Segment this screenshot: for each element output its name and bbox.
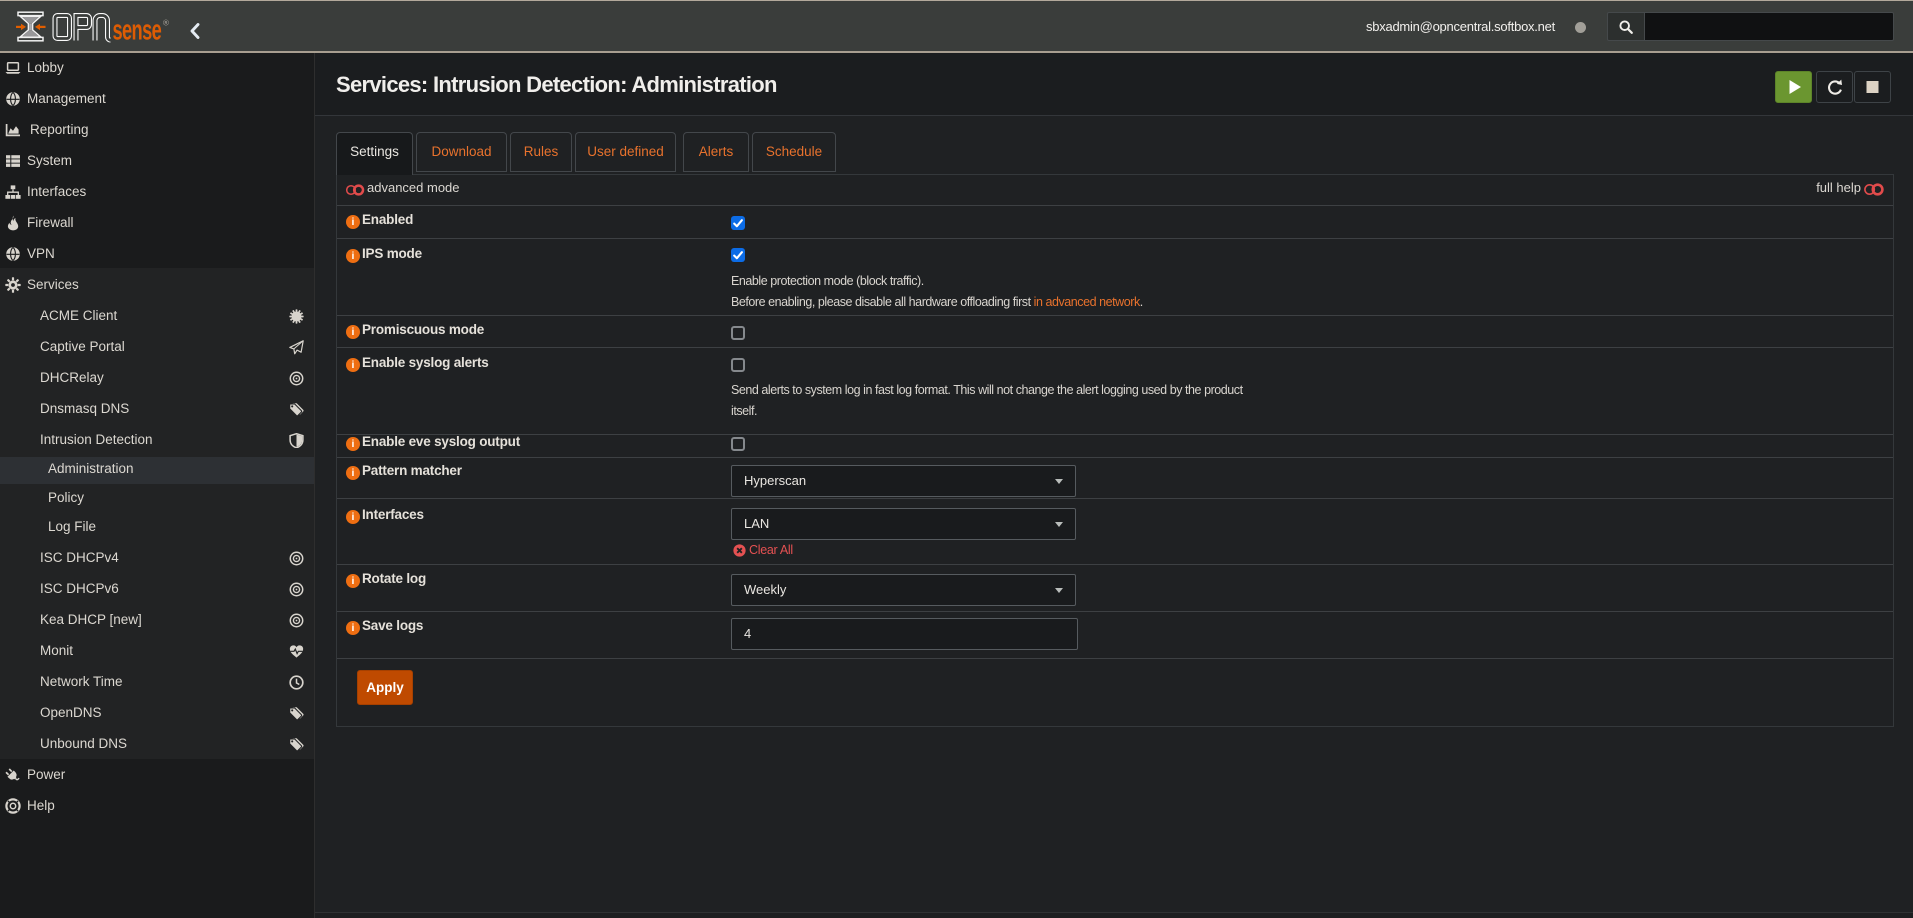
svg-text:sense: sense [113,14,162,45]
svg-text:®: ® [163,19,169,28]
